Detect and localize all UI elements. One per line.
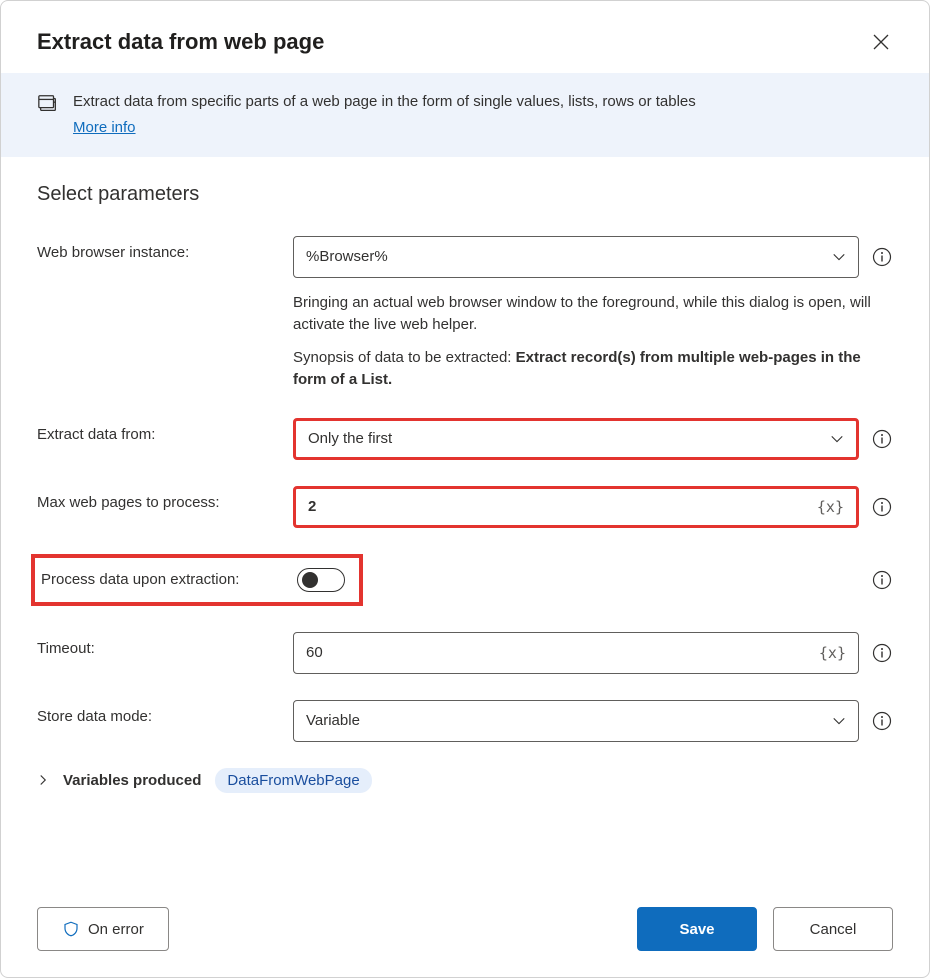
section-title: Select parameters	[37, 183, 893, 206]
variable-picker-icon[interactable]: {x}	[819, 644, 846, 662]
synopsis-text: Synopsis of data to be extracted: Extrac…	[293, 347, 893, 392]
save-button[interactable]: Save	[637, 907, 757, 951]
extract-from-value: Only the first	[308, 430, 830, 447]
chevron-down-icon	[830, 432, 844, 446]
banner-text: Extract data from specific parts of a we…	[73, 91, 696, 113]
info-icon[interactable]	[871, 642, 893, 664]
store-mode-dropdown[interactable]: Variable	[293, 700, 859, 742]
process-data-label: Process data upon extraction:	[37, 571, 281, 588]
cancel-button[interactable]: Cancel	[773, 907, 893, 951]
timeout-value: 60	[306, 644, 819, 661]
extract-from-dropdown[interactable]: Only the first	[293, 418, 859, 460]
browser-instance-dropdown[interactable]: %Browser%	[293, 236, 859, 278]
browser-instance-value: %Browser%	[306, 248, 832, 265]
process-data-toggle[interactable]	[297, 568, 345, 592]
store-mode-label: Store data mode:	[37, 700, 277, 725]
window-icon	[37, 93, 59, 115]
max-pages-input[interactable]: 2 {x}	[293, 486, 859, 528]
extract-from-label: Extract data from:	[37, 418, 277, 443]
chevron-down-icon	[832, 714, 846, 728]
browser-instance-label: Web browser instance:	[37, 236, 277, 261]
variable-pill[interactable]: DataFromWebPage	[215, 768, 371, 793]
toggle-knob	[302, 572, 318, 588]
helper-text: Bringing an actual web browser window to…	[293, 292, 893, 337]
store-mode-value: Variable	[306, 712, 832, 729]
chevron-down-icon	[832, 250, 846, 264]
info-icon[interactable]	[871, 710, 893, 732]
variables-produced-label: Variables produced	[63, 772, 201, 789]
more-info-link[interactable]: More info	[73, 117, 136, 139]
info-icon[interactable]	[871, 496, 893, 518]
info-icon[interactable]	[871, 246, 893, 268]
max-pages-label: Max web pages to process:	[37, 486, 277, 511]
close-button[interactable]	[869, 30, 893, 54]
timeout-label: Timeout:	[37, 632, 277, 657]
close-icon	[873, 34, 889, 50]
dialog-title: Extract data from web page	[37, 29, 324, 55]
info-icon[interactable]	[871, 569, 893, 591]
timeout-input[interactable]: 60 {x}	[293, 632, 859, 674]
chevron-right-icon	[37, 774, 49, 786]
shield-icon	[62, 920, 80, 938]
info-banner: Extract data from specific parts of a we…	[1, 73, 929, 157]
info-icon[interactable]	[871, 428, 893, 450]
on-error-button[interactable]: On error	[37, 907, 169, 951]
variable-picker-icon[interactable]: {x}	[817, 498, 844, 516]
variables-expand-toggle[interactable]	[37, 774, 49, 786]
max-pages-value: 2	[308, 498, 817, 515]
